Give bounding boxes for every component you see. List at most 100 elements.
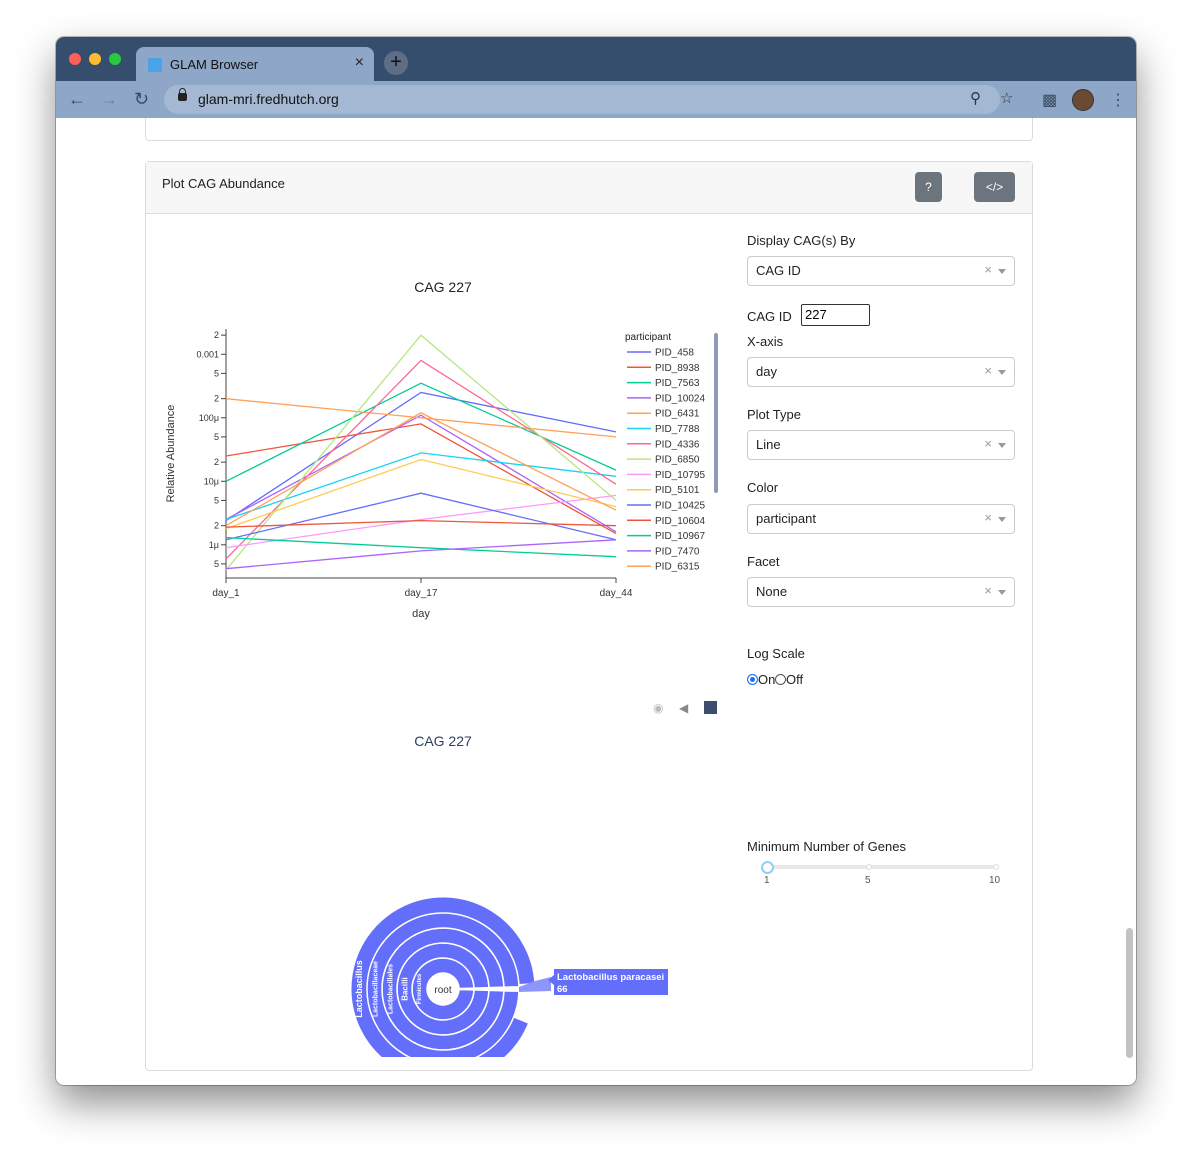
legend-item: PID_6850 [655, 455, 700, 466]
new-tab-button[interactable]: + [384, 51, 408, 75]
legend-item: PID_6315 [655, 562, 700, 573]
y-axis-title: Relative Abundance [165, 405, 177, 503]
favicon-icon [148, 58, 162, 72]
log-off-label: Off [786, 672, 804, 687]
clear-icon[interactable]: × [984, 363, 992, 378]
bookmark-star-icon[interactable]: ☆ [1000, 89, 1013, 107]
cag-id-input[interactable]: 227 [801, 304, 870, 326]
forward-icon[interactable]: → [100, 89, 118, 110]
legend-item: PID_10024 [655, 393, 705, 404]
x-tick-label: day_44 [600, 588, 633, 599]
plot-cag-abundance-card: Plot CAG Abundance ? </> CAG 227 5 1μ 2 5 10μ… [145, 161, 1033, 1071]
series-line [225, 494, 617, 549]
series-line [225, 398, 617, 438]
plot-type-value: Line [756, 437, 781, 452]
chart-title: CAG 227 [414, 279, 472, 295]
hover-value: 66 [557, 984, 568, 995]
browser-tab[interactable]: GLAM Browser × [136, 47, 374, 81]
sunburst-center-label: root [434, 985, 451, 996]
profile-avatar[interactable] [1072, 89, 1094, 111]
series-line [225, 382, 617, 482]
tab-title: GLAM Browser [170, 57, 259, 72]
display-by-label: Display CAG(s) By [747, 233, 856, 248]
x-tick-label: day_17 [405, 588, 438, 599]
display-by-value: CAG ID [756, 263, 801, 278]
sunburst-label: Lactobacillus [354, 960, 364, 1018]
zoom-icon[interactable]: ⚲ [970, 89, 981, 107]
code-button[interactable]: </> [974, 172, 1015, 202]
y-tick-label: 5 [214, 432, 219, 442]
legend-item: PID_10795 [655, 470, 705, 481]
address-bar[interactable]: glam-mri.fredhutch.org ⚲ ☆ [164, 85, 1013, 114]
plotly-logo-icon[interactable] [704, 701, 717, 714]
facet-value: None [756, 584, 788, 599]
legend-item: PID_458 [655, 348, 694, 359]
browser-toolbar: ← → ↻ glam-mri.fredhutch.org ⚲ ☆ ▩ ⋮ [56, 81, 1136, 118]
y-tick-label: 5 [214, 495, 219, 505]
log-off-radio[interactable] [775, 674, 786, 685]
help-button[interactable]: ? [915, 172, 942, 202]
y-tick-label: 0.001 [196, 349, 219, 359]
chevron-down-icon[interactable] [998, 517, 1006, 522]
xaxis-value: day [756, 364, 777, 379]
previous-card [145, 118, 1033, 141]
y-tick-label: 5 [214, 559, 219, 569]
facet-select[interactable]: None × [747, 577, 1015, 607]
slider-handle[interactable] [761, 861, 774, 874]
sunburst-title: CAG 227 [414, 733, 472, 749]
card-header: Plot CAG Abundance ? </> [146, 162, 1032, 214]
minimize-window-button[interactable] [89, 53, 101, 65]
slider-tick-label: 1 [764, 875, 770, 886]
display-by-select[interactable]: CAG ID × [747, 256, 1015, 286]
legend-item: PID_7470 [655, 546, 700, 557]
legend-item: PID_4336 [655, 439, 700, 450]
plot-type-select[interactable]: Line × [747, 430, 1015, 460]
slider-rail[interactable] [767, 865, 997, 869]
clear-icon[interactable]: × [984, 583, 992, 598]
back-icon[interactable]: ← [68, 89, 86, 110]
xaxis-label: X-axis [747, 334, 784, 349]
legend-item: PID_10604 [655, 516, 705, 527]
tag-icon[interactable]: ◀ [679, 701, 688, 715]
clear-icon[interactable]: × [984, 262, 992, 277]
facet-label: Facet [747, 554, 780, 569]
series-line [225, 414, 617, 533]
extensions-icon[interactable]: ▩ [1042, 90, 1057, 110]
camera-icon[interactable]: ◉ [653, 701, 663, 715]
reload-icon[interactable]: ↻ [134, 89, 149, 110]
menu-kebab-icon[interactable]: ⋮ [1110, 90, 1126, 110]
chevron-down-icon[interactable] [998, 590, 1006, 595]
y-tick-label: 2 [214, 521, 219, 531]
chevron-down-icon[interactable] [998, 269, 1006, 274]
xaxis-select[interactable]: day × [747, 357, 1015, 387]
hover-label: Lactobacillus paracasei [557, 972, 664, 983]
color-label: Color [747, 480, 779, 495]
tab-close-icon[interactable]: × [355, 54, 364, 72]
slider-dot [866, 864, 872, 870]
browser-window: GLAM Browser × + ← → ↻ glam-mri.fredhutc… [56, 37, 1136, 1085]
sunburst-label: Firmicutes [417, 973, 423, 1004]
maximize-window-button[interactable] [109, 53, 121, 65]
close-window-button[interactable] [69, 53, 81, 65]
legend-item: PID_6431 [655, 409, 700, 420]
color-select[interactable]: participant × [747, 504, 1015, 534]
legend-item: PID_8938 [655, 363, 700, 374]
log-on-radio[interactable] [747, 674, 758, 685]
chevron-down-icon[interactable] [998, 370, 1006, 375]
x-tick-label: day_1 [212, 588, 240, 599]
min-genes-slider[interactable]: 1 5 10 [761, 861, 1001, 886]
y-tick-label: 2 [214, 394, 219, 404]
lock-icon [178, 88, 187, 101]
chevron-down-icon[interactable] [998, 443, 1006, 448]
clear-icon[interactable]: × [984, 510, 992, 525]
page-scrollbar[interactable] [1126, 928, 1133, 1058]
y-tick-label: 5 [214, 368, 219, 378]
y-tick-label: 1μ [209, 540, 219, 550]
slider-tick-label: 10 [989, 875, 1001, 886]
clear-icon[interactable]: × [984, 436, 992, 451]
plot-modebar: ◉ ◀ [651, 701, 721, 715]
legend-item: PID_10967 [655, 531, 705, 542]
log-on-label: On [758, 672, 776, 687]
slider-dot [993, 864, 999, 870]
min-genes-label: Minimum Number of Genes [747, 839, 906, 854]
